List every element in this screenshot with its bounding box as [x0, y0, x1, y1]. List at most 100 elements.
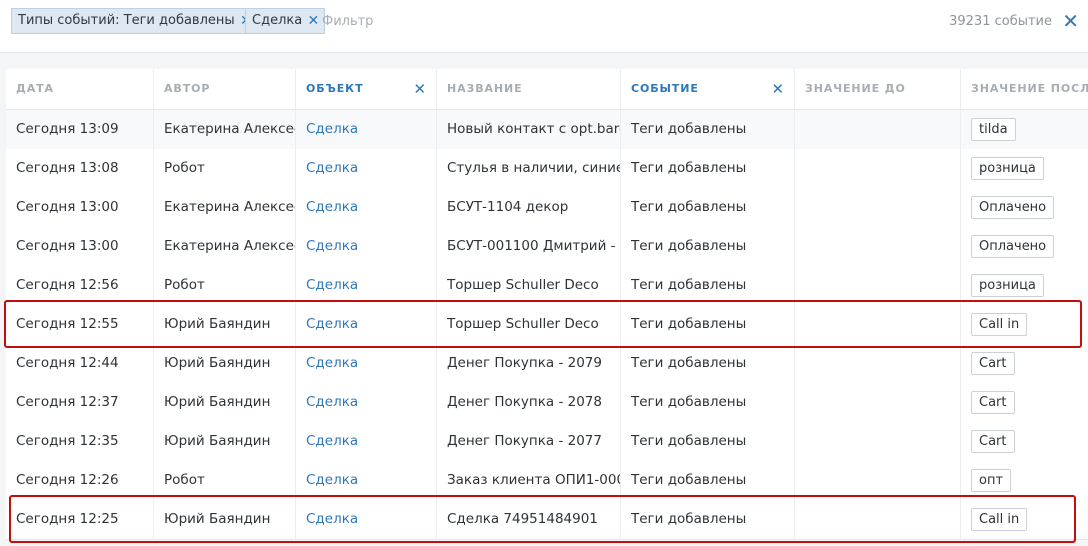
- cell-object[interactable]: Сделка: [296, 461, 437, 500]
- table-row[interactable]: Сегодня 12:35 Юрий Баяндин Сделка Денег Пок…: [6, 422, 1088, 462]
- tag-badge: tilda: [971, 117, 1016, 141]
- cell-object[interactable]: Сделка: [296, 110, 437, 149]
- cell-value-before: [795, 461, 961, 500]
- filter-chip-label: Сделка: [252, 13, 303, 28]
- cell-value-before: [795, 149, 961, 188]
- table-row[interactable]: Сегодня 13:00 Екатерина Алексее Сделка БСУТ…: [6, 227, 1088, 267]
- column-header-value-before[interactable]: ЗНАЧЕНИЕ ДО: [795, 69, 961, 109]
- cell-name: Новый контакт с opt.barc: [437, 110, 621, 149]
- table-row[interactable]: Сегодня 12:56 Робот Сделка Торшер Schuller …: [6, 266, 1088, 306]
- cell-event: Теги добавлены: [621, 149, 795, 188]
- table-row[interactable]: Сегодня 12:26 Робот Сделка Заказ клиента ОП…: [6, 461, 1088, 501]
- tag-badge: Cart: [971, 429, 1015, 453]
- column-header-event[interactable]: СОБЫТИЕ ✕: [621, 69, 795, 109]
- column-header-label: ЗНАЧЕНИЕ ПОСЛЕ: [971, 82, 1088, 95]
- filter-chip-deal[interactable]: Сделка ✕: [245, 8, 326, 34]
- cell-object[interactable]: Сделка: [296, 149, 437, 188]
- cell-object[interactable]: Сделка: [296, 227, 437, 266]
- cell-object[interactable]: Сделка: [296, 422, 437, 461]
- table-row[interactable]: Сегодня 13:09 Екатерина Алексее Сделка Новы…: [6, 110, 1088, 150]
- cell-value-before: [795, 110, 961, 149]
- clear-filter-close-icon[interactable]: ✕: [1062, 9, 1079, 33]
- cell-name: Сделка 74951484901: [437, 500, 621, 539]
- tag-badge: Call in: [971, 312, 1028, 336]
- cell-value-before: [795, 422, 961, 461]
- cell-event: Теги добавлены: [621, 188, 795, 227]
- cell-event: Теги добавлены: [621, 110, 795, 149]
- tag-badge: Cart: [971, 351, 1015, 375]
- tag-badge: опт: [971, 468, 1012, 492]
- cell-date: Сегодня 12:56: [6, 266, 154, 305]
- cell-value-after: Оплачено: [961, 227, 1088, 266]
- cell-event: Теги добавлены: [621, 500, 795, 539]
- cell-author: Робот: [154, 266, 296, 305]
- filter-chip-label: Типы событий: Теги добавлены: [18, 13, 235, 28]
- cell-date: Сегодня 12:37: [6, 383, 154, 422]
- column-header-object[interactable]: ОБЪЕКТ ✕: [296, 69, 437, 109]
- column-header-date[interactable]: ДАТА: [6, 69, 154, 109]
- table-header: ДАТА АВТОР ОБЪЕКТ ✕ НАЗВАНИЕ СОБЫТИЕ ✕ ЗНАЧЕНИЕ…: [6, 69, 1088, 110]
- column-header-label: ОБЪЕКТ: [306, 82, 364, 95]
- tag-badge: Call in: [971, 507, 1028, 531]
- cell-name: БСУТ-1104 декор: [437, 188, 621, 227]
- cell-value-before: [795, 227, 961, 266]
- cell-author: Юрий Баяндин: [154, 344, 296, 383]
- cell-value-before: [795, 383, 961, 422]
- column-header-label: ДАТА: [16, 82, 54, 95]
- cell-name: Денег Покупка - 2077: [437, 422, 621, 461]
- cell-author: Юрий Баяндин: [154, 383, 296, 422]
- cell-object[interactable]: Сделка: [296, 188, 437, 227]
- cell-event: Теги добавлены: [621, 266, 795, 305]
- column-header-author[interactable]: АВТОР: [154, 69, 296, 109]
- cell-date: Сегодня 13:09: [6, 110, 154, 149]
- cell-value-after: tilda: [961, 110, 1088, 149]
- cell-date: Сегодня 12:26: [6, 461, 154, 500]
- cell-event: Теги добавлены: [621, 227, 795, 266]
- table-row[interactable]: Сегодня 12:44 Юрий Баяндин Сделка Денег Пок…: [6, 344, 1088, 384]
- table-row[interactable]: Сегодня 13:00 Екатерина Алексее Сделка БСУТ…: [6, 188, 1088, 228]
- tag-badge: Оплачено: [971, 234, 1055, 258]
- cell-object[interactable]: Сделка: [296, 266, 437, 305]
- column-header-value-after[interactable]: ЗНАЧЕНИЕ ПОСЛЕ: [961, 69, 1088, 109]
- column-header-label: АВТОР: [164, 82, 211, 95]
- filter-chip-event-types[interactable]: Типы событий: Теги добавлены ✕: [11, 8, 258, 34]
- table-row[interactable]: Сегодня 12:37 Юрий Баяндин Сделка Денег Пок…: [6, 383, 1088, 423]
- cell-object[interactable]: Сделка: [296, 500, 437, 539]
- cell-object[interactable]: Сделка: [296, 344, 437, 383]
- tag-badge: розница: [971, 156, 1044, 180]
- close-icon[interactable]: ✕: [307, 9, 319, 33]
- cell-value-before: [795, 188, 961, 227]
- cell-date: Сегодня 13:00: [6, 227, 154, 266]
- table-row[interactable]: Сегодня 13:08 Робот Сделка Стулья в наличии…: [6, 149, 1088, 189]
- tag-badge: Оплачено: [971, 195, 1055, 219]
- column-header-label: СОБЫТИЕ: [631, 82, 699, 95]
- cell-object[interactable]: Сделка: [296, 305, 437, 344]
- cell-author: Екатерина Алексее: [154, 227, 296, 266]
- cell-date: Сегодня 12:35: [6, 422, 154, 461]
- cell-date: Сегодня 13:08: [6, 149, 154, 188]
- tag-badge: розница: [971, 273, 1044, 297]
- close-icon[interactable]: ✕: [414, 69, 427, 109]
- cell-object[interactable]: Сделка: [296, 383, 437, 422]
- event-count: 39231 событие: [949, 14, 1052, 29]
- cell-author: Юрий Баяндин: [154, 305, 296, 344]
- table-row[interactable]: Сегодня 12:55 Юрий Баяндин Сделка Торшер Sc…: [6, 305, 1088, 345]
- tag-badge: Cart: [971, 390, 1015, 414]
- cell-value-after: розница: [961, 149, 1088, 188]
- cell-name: БСУТ-001100 Дмитрий - 2: [437, 227, 621, 266]
- close-icon[interactable]: ✕: [772, 69, 785, 109]
- cell-value-before: [795, 266, 961, 305]
- filter-bar: Типы событий: Теги добавлены ✕ Сделка ✕ …: [0, 0, 1088, 53]
- cell-author: Екатерина Алексее: [154, 110, 296, 149]
- column-header-name[interactable]: НАЗВАНИЕ: [437, 69, 621, 109]
- cell-value-before: [795, 500, 961, 539]
- cell-value-after: Call in: [961, 500, 1088, 539]
- table-row[interactable]: Сегодня 12:25 Юрий Баяндин Сделка Сделка 74…: [6, 500, 1088, 540]
- cell-event: Теги добавлены: [621, 422, 795, 461]
- cell-author: Екатерина Алексее: [154, 188, 296, 227]
- cell-value-after: Cart: [961, 344, 1088, 383]
- cell-name: Стулья в наличии, синие и: [437, 149, 621, 188]
- cell-author: Робот: [154, 461, 296, 500]
- cell-author: Юрий Баяндин: [154, 500, 296, 539]
- filter-input[interactable]: [322, 8, 622, 34]
